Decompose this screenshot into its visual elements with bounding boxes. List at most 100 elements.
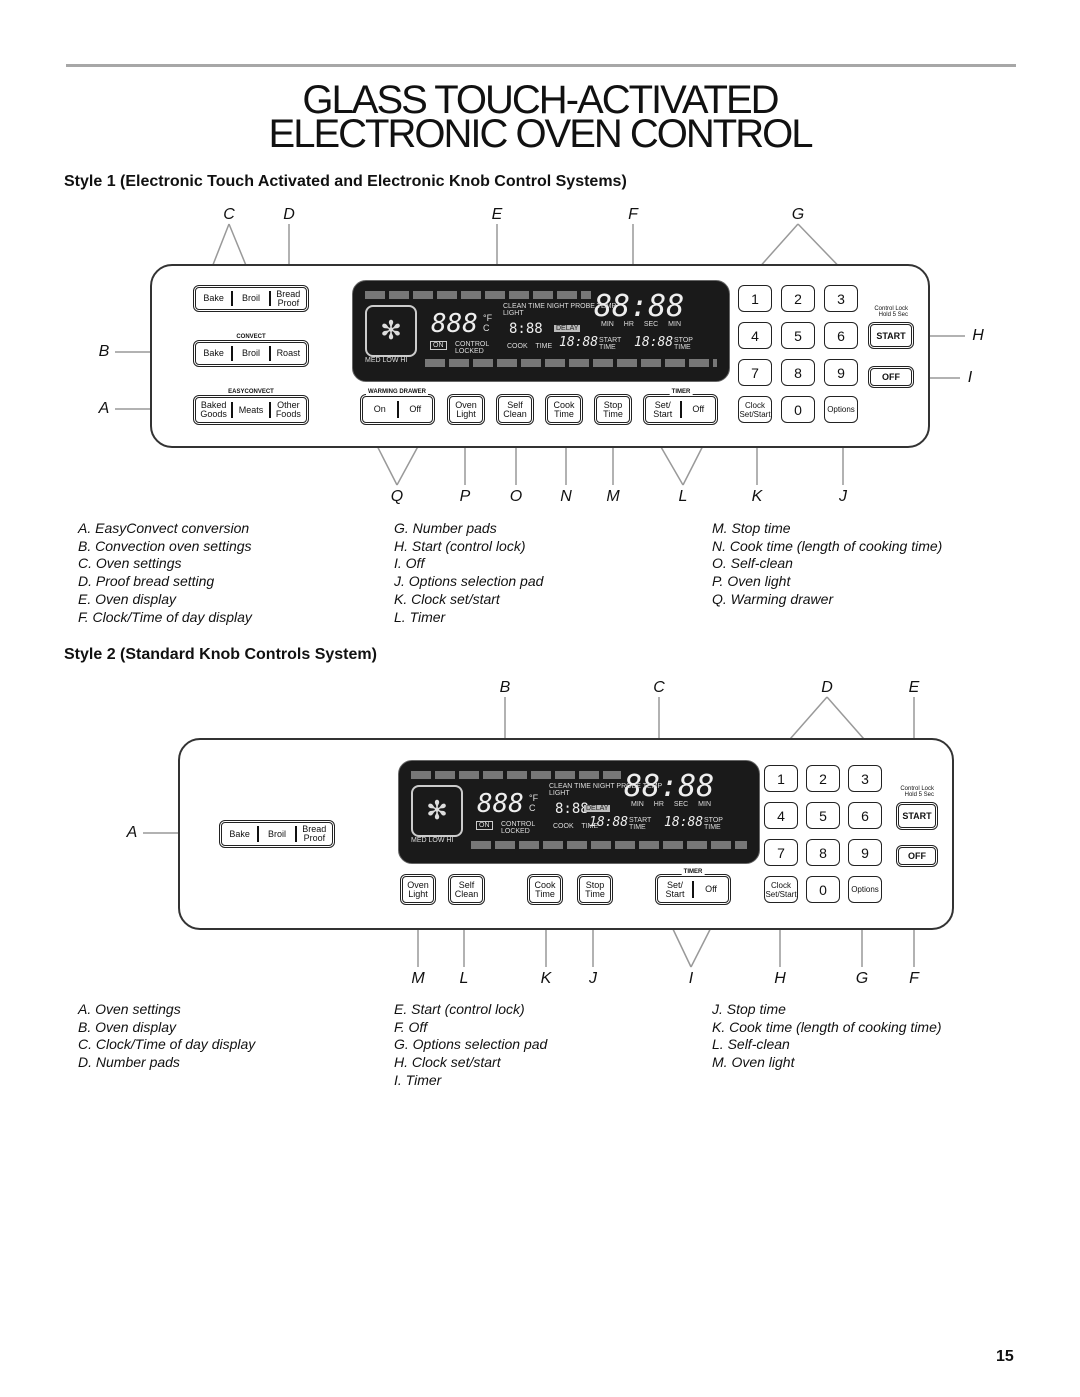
callout-letter: E: [491, 206, 503, 223]
control-button[interactable]: Cook Time: [545, 394, 583, 425]
number-pad-key[interactable]: 9: [848, 839, 882, 866]
control-button[interactable]: Set/ Start Off: [643, 394, 718, 425]
number-pad-key[interactable]: 3: [824, 285, 858, 312]
control-button[interactable]: Cook Time: [527, 874, 563, 905]
start-time-digits: 18:88: [559, 335, 599, 350]
stop-time-digits: 18:88: [664, 815, 704, 830]
number-pad-key[interactable]: 5: [806, 802, 840, 829]
number-pad-key[interactable]: 6: [824, 322, 858, 349]
fan-icon: ✻: [365, 305, 417, 357]
number-pad-key[interactable]: 1: [764, 765, 798, 792]
manual-page: GLASS TOUCH-ACTIVATED ELECTRONIC OVEN CO…: [0, 0, 1080, 1397]
callout-letter: F: [628, 206, 638, 223]
button-label: Stop Time: [603, 399, 623, 419]
text-segments-bottom: [425, 359, 717, 367]
control-button[interactable]: Baked Goods Meats Other Foods: [193, 395, 309, 425]
number-pad-key[interactable]: 3: [848, 765, 882, 792]
button-label: On: [373, 404, 386, 414]
start-button[interactable]: START: [896, 802, 938, 830]
number-pad-key[interactable]: 7: [764, 839, 798, 866]
button-label: Oven Light: [407, 879, 429, 899]
number-pad-key[interactable]: Clock Set/Start: [764, 876, 798, 903]
number-pad-key[interactable]: 6: [848, 802, 882, 829]
button-label: Set/ Start: [665, 879, 685, 899]
number-pad-key[interactable]: 4: [738, 322, 772, 349]
callout-letter: F: [909, 970, 919, 987]
group-label-easyconvect: EASYCONVECT: [226, 389, 276, 395]
control-button[interactable]: Stop Time: [577, 874, 613, 905]
fan-level-labels: MED LOW HI: [365, 357, 408, 364]
callout-letter: K: [540, 970, 552, 987]
legend-item: D. Proof bread setting: [78, 573, 215, 590]
control-button[interactable]: Self Clean: [496, 394, 534, 425]
callout-letter: B: [98, 343, 110, 360]
callout-letter: N: [560, 488, 572, 505]
button-label: Broil: [267, 828, 286, 839]
callout-letter: K: [751, 488, 763, 505]
callout-letter: C: [223, 206, 235, 223]
button-label: Oven Light: [455, 399, 477, 419]
temperature-units: °F C: [529, 793, 539, 813]
off-button[interactable]: OFF: [868, 366, 914, 388]
button-label: Bread Proof: [276, 288, 301, 308]
number-pad-key[interactable]: Options: [824, 396, 858, 423]
start-time-label: START TIME: [599, 337, 622, 351]
legend-item: K. Clock set/start: [394, 590, 500, 607]
button-label: Cook Time: [534, 879, 556, 899]
button-label: Bake: [203, 348, 224, 358]
button-label: Bake: [203, 293, 224, 303]
legend-item: B. Convection oven settings: [78, 537, 252, 554]
start-button[interactable]: START: [868, 322, 914, 349]
number-pad-key[interactable]: 1: [738, 285, 772, 312]
callout-letter: M: [606, 488, 620, 505]
temperature-units: °F C: [483, 313, 493, 333]
control-button[interactable]: Oven Light: [400, 874, 436, 905]
callout-letter: L: [678, 488, 688, 505]
number-pad-key[interactable]: Options: [848, 876, 882, 903]
number-pad-key[interactable]: 5: [781, 322, 815, 349]
control-button[interactable]: Stop Time: [594, 394, 632, 425]
callout-letter: A: [98, 400, 110, 417]
cook-time-label: COOK TIME: [507, 343, 553, 350]
control-button[interactable]: Oven Light: [447, 394, 485, 425]
off-button[interactable]: OFF: [896, 845, 938, 867]
legend-item: F. Clock/Time of day display: [78, 608, 252, 625]
callout-letter: B: [499, 679, 511, 696]
number-pad-key[interactable]: 8: [781, 359, 815, 386]
callout-letter: J: [839, 488, 847, 505]
button-label: Broil: [241, 293, 260, 303]
control-button[interactable]: Set/ Start Off: [655, 874, 731, 905]
number-pad-key[interactable]: 4: [764, 802, 798, 829]
number-pad-key[interactable]: 9: [824, 359, 858, 386]
number-pad-key[interactable]: 2: [806, 765, 840, 792]
callout-letter: M: [411, 970, 425, 987]
number-pad-key[interactable]: 7: [738, 359, 772, 386]
legend-item: N. Cook time (length of cooking time): [712, 537, 943, 554]
legend-item: G. Number pads: [394, 520, 497, 536]
callout-letter: C: [653, 679, 665, 696]
stop-time-digits: 18:88: [634, 335, 674, 350]
number-pad-key[interactable]: 2: [781, 285, 815, 312]
text-segments-bottom: [471, 841, 747, 849]
callout-letter: J: [589, 970, 597, 987]
number-pad-key[interactable]: 0: [806, 876, 840, 903]
oven-display: 88:88 MIN HR SEC MIN ✻ MED LOW HI 888 °F C ON C…: [398, 760, 760, 864]
button-label: Broil: [241, 348, 260, 358]
legend-item: C. Oven settings: [78, 555, 182, 572]
control-lock-label: Control Lock Hold 5 Sec: [874, 306, 908, 318]
control-button[interactable]: Self Clean: [448, 874, 485, 905]
control-locked-indicator: CONTROL LOCKED: [501, 821, 535, 835]
legend-item: K. Cook time (length of cooking time): [712, 1018, 942, 1035]
legend-item: I. Off: [394, 555, 425, 572]
number-pad-key[interactable]: 8: [806, 839, 840, 866]
button-label: Baked Goods: [200, 400, 227, 419]
control-button[interactable]: Bake Broil Roast: [193, 340, 309, 367]
button-label: Roast: [276, 348, 301, 358]
text-segments-top: [365, 291, 591, 299]
control-button[interactable]: On Off: [360, 394, 435, 425]
number-pad-key[interactable]: Clock Set/Start: [738, 396, 772, 423]
control-button[interactable]: Bake Broil Bread Proof: [193, 285, 309, 312]
callout-letter: I: [967, 369, 973, 386]
control-button[interactable]: Bake Broil Bread Proof: [219, 820, 335, 848]
number-pad-key[interactable]: 0: [781, 396, 815, 423]
